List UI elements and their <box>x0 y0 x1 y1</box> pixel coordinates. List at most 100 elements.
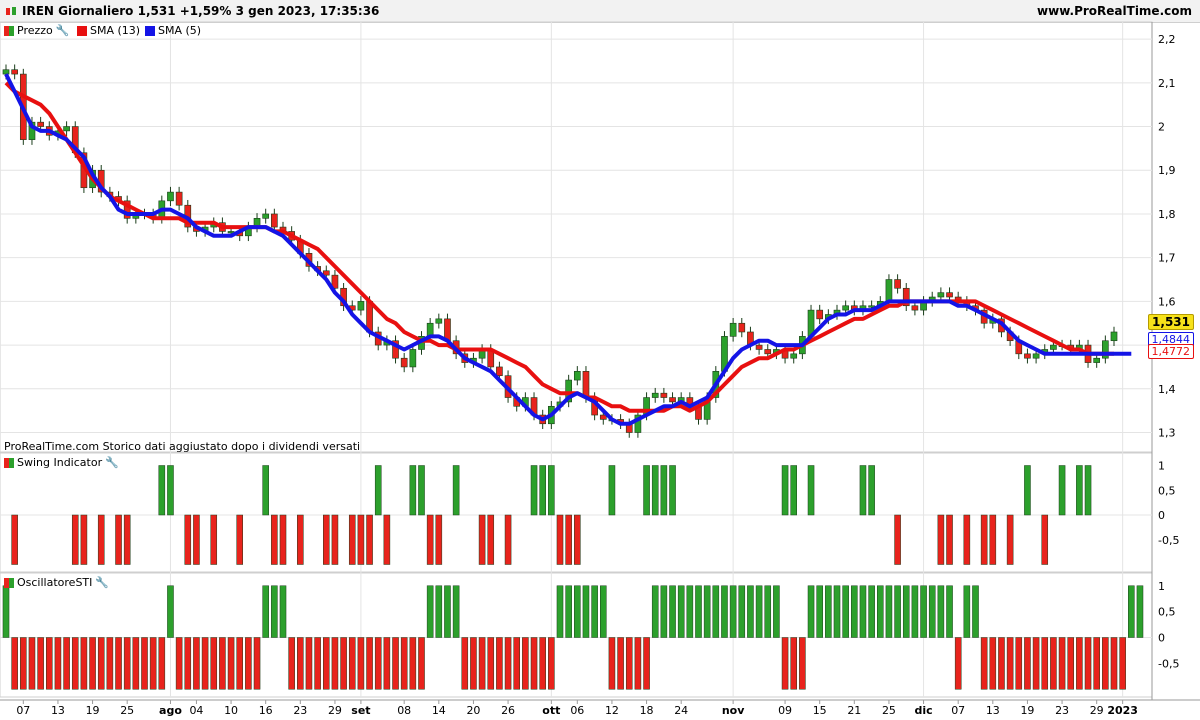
legend-osc[interactable]: OscillatoreSTI 🔧 <box>4 576 109 589</box>
x-tick-label: 15 <box>813 704 827 717</box>
osc-bar-up <box>167 585 174 638</box>
candle-down <box>911 305 919 311</box>
swing-bar-down <box>123 514 131 565</box>
price-panel <box>0 21 1153 453</box>
candle-up <box>876 301 884 307</box>
swing-bar-down <box>210 514 218 565</box>
osc-bar-down <box>496 637 503 690</box>
osc-bar-down <box>487 637 495 690</box>
swing-bar-up <box>418 465 425 516</box>
candle-down <box>530 397 538 416</box>
swing-bar-down <box>323 514 330 565</box>
swing-bar-down <box>487 514 495 565</box>
osc-bar-up <box>426 585 434 638</box>
candle-down <box>71 126 79 154</box>
osc-bar-up <box>859 585 867 638</box>
x-tick-label: 14 <box>432 704 446 717</box>
swing-bar-up <box>530 465 538 516</box>
osc-bar-up <box>1128 585 1135 638</box>
osc-bar-down <box>366 637 373 690</box>
legend-sma5-label: SMA (5) <box>158 24 202 37</box>
x-tick-label: nov <box>722 704 745 717</box>
candle-down <box>296 239 304 254</box>
x-tick-label: 10 <box>224 704 238 717</box>
legend-swing-label: Swing Indicator <box>17 456 103 469</box>
osc-bar-down <box>1093 637 1100 690</box>
swing-bar-down <box>297 514 304 565</box>
price-tick-label: 1,8 <box>1158 208 1176 221</box>
candle-up <box>63 126 70 132</box>
candle-up <box>1050 344 1057 350</box>
x-tick-label: dic <box>914 704 932 717</box>
osc-bar-down <box>625 637 633 690</box>
legend-swing[interactable]: Swing Indicator 🔧 <box>4 456 119 469</box>
swing-bar-down <box>80 514 88 565</box>
candle-down <box>686 397 694 407</box>
candle-down <box>331 274 339 289</box>
candle-up <box>478 349 486 359</box>
candle-up <box>2 69 10 75</box>
candle-down <box>461 353 469 363</box>
osc-bar-down <box>1041 637 1049 690</box>
dividend-note: ProRealTime.com Storico dati aggiustato … <box>4 440 361 453</box>
legend-sma5[interactable]: SMA (5) <box>145 24 201 37</box>
x-tick-label: 07 <box>16 704 30 717</box>
swing-bar-up <box>643 465 650 516</box>
swing-bar-down <box>556 514 564 565</box>
x-tick-label: 13 <box>986 704 1000 717</box>
swing-bar-down <box>236 514 243 565</box>
osc-bar-up <box>816 585 823 638</box>
swing-bar-down <box>271 514 278 565</box>
osc-bar-up <box>591 585 598 638</box>
site-link[interactable]: www.ProRealTime.com <box>1037 4 1192 18</box>
osc-bar-down <box>71 637 79 690</box>
candle-up <box>522 397 529 407</box>
candle-down <box>236 231 244 237</box>
legend-sma13[interactable]: SMA (13) <box>77 24 140 37</box>
swing-bar-up <box>374 465 382 516</box>
candle-up <box>357 301 365 311</box>
osc-bar-down <box>331 637 339 690</box>
wrench-icon[interactable]: 🔧 <box>105 456 119 469</box>
swing-bar-down <box>115 514 122 565</box>
candle-down <box>37 121 44 127</box>
legend-sma13-label: SMA (13) <box>90 24 141 37</box>
candle-up <box>634 414 642 433</box>
candle-down <box>219 222 226 232</box>
candle-up <box>833 309 841 315</box>
swing-bar-down <box>1006 514 1014 565</box>
osc-bar-down <box>470 637 477 690</box>
osc-bar-down <box>305 637 313 690</box>
wrench-icon[interactable]: 🔧 <box>95 576 109 589</box>
wrench-icon[interactable]: 🔧 <box>56 24 70 37</box>
candle-up <box>383 340 391 346</box>
sma13-price-tag: 1,4772 <box>1147 344 1194 359</box>
osc-bar-up <box>262 585 269 638</box>
x-tick-label: ago <box>159 704 182 717</box>
swing-bar-up <box>1058 465 1066 516</box>
swing-bar-up <box>452 465 460 516</box>
swing-bar-down <box>184 514 192 565</box>
osc-bar-down <box>28 637 36 690</box>
candle-down <box>755 344 763 350</box>
candle-up <box>1102 340 1109 359</box>
candle-down <box>1015 340 1023 355</box>
osc-bar-down <box>1102 637 1109 690</box>
swing-bar-down <box>366 514 373 565</box>
swing-bar-down <box>71 514 79 565</box>
x-tick-label: 23 <box>1055 704 1069 717</box>
osc-bar-down <box>1067 637 1074 690</box>
swing-bar-down <box>383 514 391 565</box>
osc-bar-down <box>1015 637 1023 690</box>
swing-bar-down <box>1041 514 1049 565</box>
candle-up <box>227 231 235 234</box>
osc-bar-down <box>219 637 226 690</box>
candle-up <box>548 405 555 425</box>
candle-down <box>764 349 772 355</box>
osc-bar-down <box>80 637 88 690</box>
legend-price[interactable]: Prezzo 🔧 <box>4 24 69 37</box>
osc-bar-down <box>522 637 529 690</box>
osc-bar-up <box>695 585 702 638</box>
osc-tick-label: 0 <box>1158 632 1165 645</box>
x-tick-label: 20 <box>466 704 480 717</box>
